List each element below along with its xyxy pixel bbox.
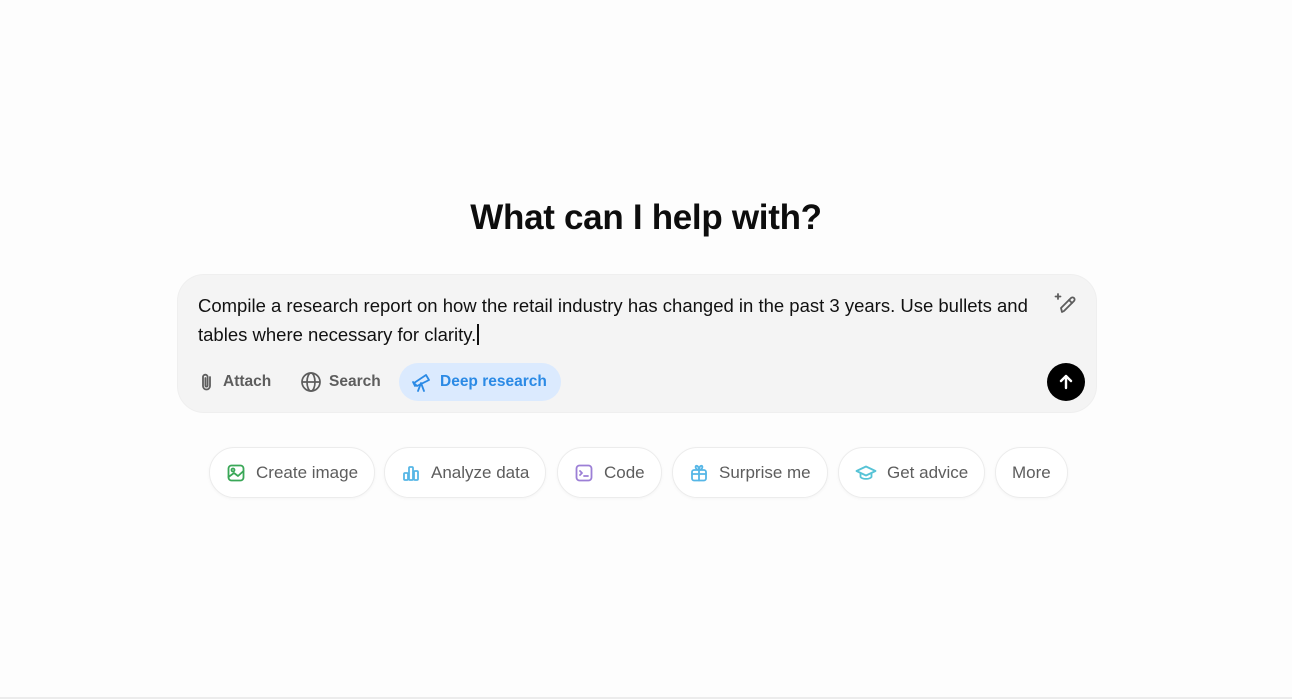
chip-label: Create image: [256, 462, 359, 482]
code-chip[interactable]: Code: [557, 447, 662, 498]
page-title: What can I help with?: [470, 198, 822, 237]
get-advice-chip[interactable]: Get advice: [838, 447, 986, 498]
globe-icon: [301, 372, 321, 392]
create-image-chip[interactable]: Create image: [209, 447, 376, 498]
analyze-data-chip[interactable]: Analyze data: [384, 447, 547, 498]
search-button[interactable]: Search: [290, 363, 391, 401]
chip-label: Get advice: [887, 462, 969, 482]
chip-label: Code: [604, 462, 645, 482]
chip-label: More: [1012, 462, 1051, 482]
image-icon: [227, 464, 245, 481]
edit-sparkle-icon[interactable]: [1052, 290, 1080, 318]
chip-label: Analyze data: [431, 462, 530, 482]
send-button[interactable]: [1047, 363, 1085, 401]
prompt-composer[interactable]: Compile a research report on how the ret…: [178, 275, 1096, 412]
deep-research-label: Deep research: [440, 373, 547, 390]
page: What can I help with? Compile a research…: [0, 0, 1292, 699]
prompt-text: Compile a research report on how the ret…: [198, 295, 1028, 345]
terminal-icon: [575, 464, 593, 481]
more-chip[interactable]: More: [995, 447, 1068, 498]
search-label: Search: [329, 373, 381, 390]
telescope-icon: [412, 374, 430, 392]
chip-label: Surprise me: [719, 462, 811, 482]
prompt-input[interactable]: Compile a research report on how the ret…: [198, 291, 1040, 349]
deep-research-button[interactable]: Deep research: [399, 363, 561, 401]
gift-icon: [691, 464, 707, 481]
bar-chart-icon: [403, 465, 419, 481]
attach-button[interactable]: Attach: [188, 363, 281, 401]
arrow-up-icon: [1059, 374, 1073, 390]
suggestion-chips: Create image Analyze data Code Surprise …: [0, 447, 1292, 498]
surprise-me-chip[interactable]: Surprise me: [672, 447, 828, 498]
text-caret: [477, 324, 479, 345]
graduation-cap-icon: [855, 465, 877, 480]
attach-label: Attach: [223, 373, 272, 390]
paperclip-icon: [202, 373, 211, 391]
